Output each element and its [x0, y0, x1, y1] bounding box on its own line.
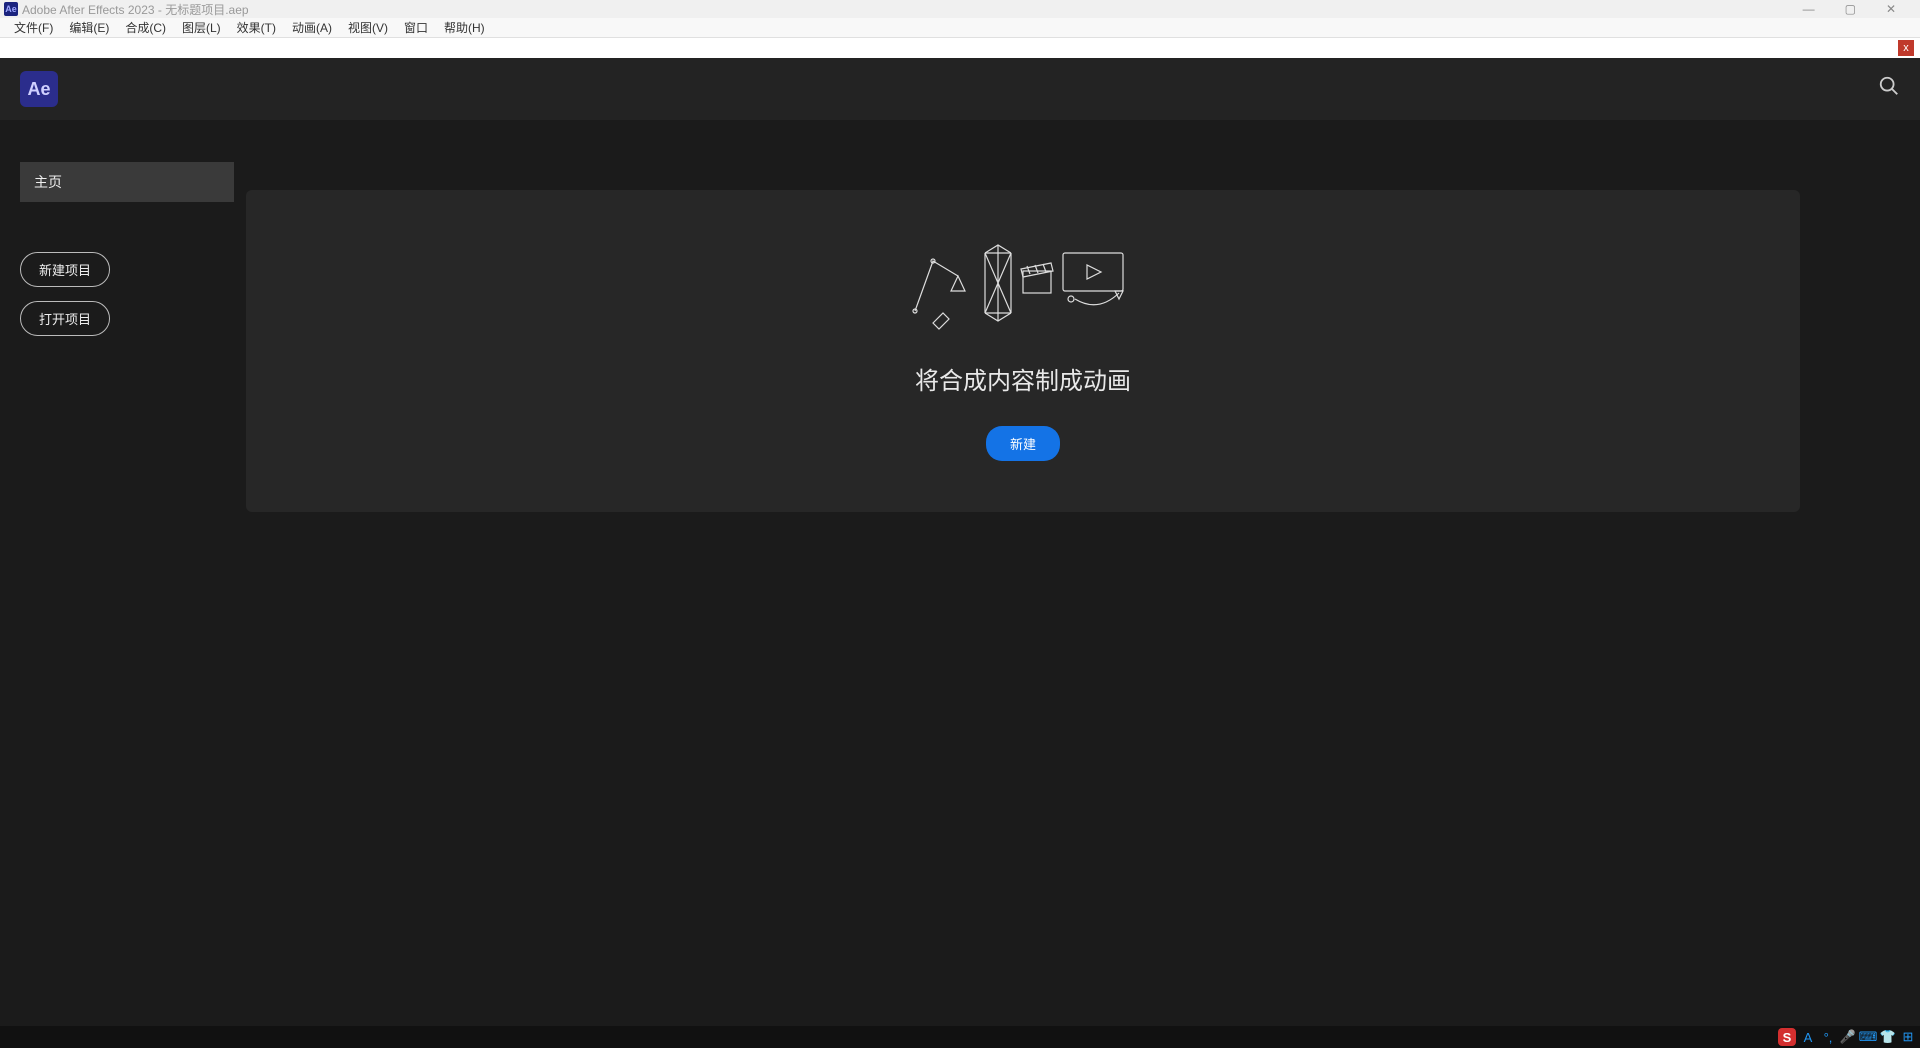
- ime-toolbar: S A °, 🎤 ⌨ 👕 ⊞: [1778, 1028, 1916, 1046]
- sidebar: 主页 新建项目 打开项目: [0, 120, 246, 1026]
- menu-window[interactable]: 窗口: [398, 17, 434, 38]
- window-controls: — ▢ ✕: [1797, 0, 1920, 18]
- close-button[interactable]: ✕: [1880, 0, 1902, 18]
- maximize-button[interactable]: ▢: [1839, 0, 1862, 18]
- search-icon[interactable]: [1878, 75, 1900, 103]
- minimize-button[interactable]: —: [1797, 0, 1821, 18]
- app-header: Ae: [0, 58, 1920, 120]
- ime-keyboard-icon[interactable]: ⌨: [1860, 1029, 1876, 1045]
- menubar: 文件(F) 编辑(E) 合成(C) 图层(L) 效果(T) 动画(A) 视图(V…: [0, 18, 1920, 38]
- content: 将合成内容制成动画 新建: [246, 120, 1920, 1026]
- menu-edit[interactable]: 编辑(E): [63, 17, 115, 38]
- menu-animation[interactable]: 动画(A): [286, 17, 338, 38]
- ime-sogou-icon[interactable]: S: [1778, 1028, 1796, 1046]
- new-project-button[interactable]: 新建项目: [20, 252, 110, 287]
- ime-lang-icon[interactable]: A: [1800, 1029, 1816, 1045]
- welcome-heading: 将合成内容制成动画: [915, 361, 1131, 396]
- ime-skin-icon[interactable]: 👕: [1880, 1029, 1896, 1045]
- menu-effect[interactable]: 效果(T): [231, 17, 282, 38]
- new-composition-button[interactable]: 新建: [986, 426, 1060, 461]
- composition-illustration-icon: [903, 241, 1143, 331]
- welcome-card: 将合成内容制成动画 新建: [246, 190, 1800, 512]
- open-project-button[interactable]: 打开项目: [20, 301, 110, 336]
- ime-tool-icon[interactable]: ⊞: [1900, 1029, 1916, 1045]
- panel-close-button[interactable]: x: [1898, 40, 1914, 56]
- main-area: 主页 新建项目 打开项目: [0, 120, 1920, 1026]
- sidebar-home-tab[interactable]: 主页: [20, 162, 234, 202]
- menu-composition[interactable]: 合成(C): [119, 17, 172, 38]
- status-bar: [0, 1026, 1920, 1048]
- secondary-bar: x: [0, 38, 1920, 58]
- menu-help[interactable]: 帮助(H): [438, 17, 491, 38]
- ime-punct-icon[interactable]: °,: [1820, 1029, 1836, 1045]
- app-icon: Ae: [4, 2, 18, 16]
- menu-view[interactable]: 视图(V): [342, 17, 394, 38]
- menu-layer[interactable]: 图层(L): [176, 17, 227, 38]
- menu-file[interactable]: 文件(F): [8, 17, 59, 38]
- window-titlebar: Ae Adobe After Effects 2023 - 无标题项目.aep …: [0, 0, 1920, 18]
- ime-mic-icon[interactable]: 🎤: [1840, 1029, 1856, 1045]
- window-title: Adobe After Effects 2023 - 无标题项目.aep: [22, 1, 249, 18]
- ae-logo: Ae: [20, 71, 58, 107]
